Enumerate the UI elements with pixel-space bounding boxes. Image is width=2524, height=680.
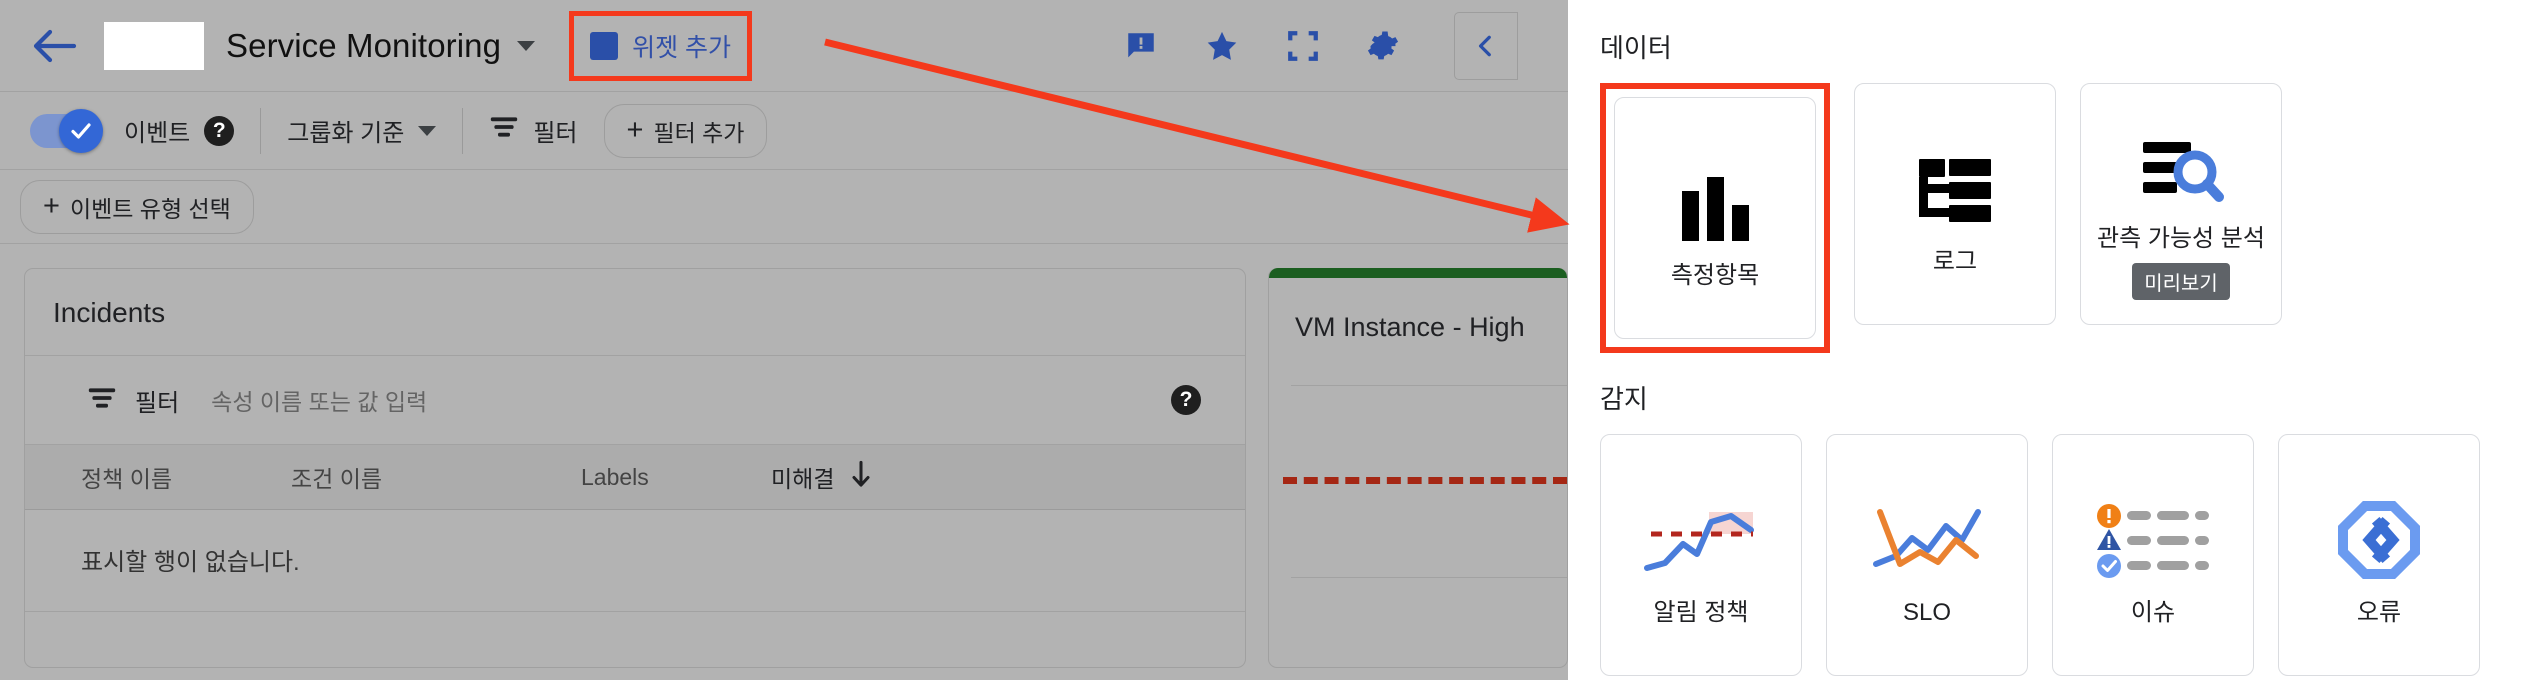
incidents-filter-row: 필터 속성 이름 또는 값 입력 ? — [25, 356, 1245, 444]
widget-card-label: 오류 — [2356, 599, 2402, 627]
event-type-chip[interactable]: + 이벤트 유형 선택 — [20, 179, 254, 234]
incidents-empty-message: 표시할 행이 없습니다. — [81, 549, 300, 576]
page-title: Service Monitoring — [226, 26, 502, 64]
back-arrow-icon[interactable] — [26, 18, 82, 74]
incidents-filter-input[interactable]: 속성 이름 또는 값 입력 — [211, 383, 427, 417]
collapse-panel-button[interactable] — [1454, 12, 1518, 80]
section-title-data: 데이터 — [1600, 33, 1672, 63]
filter-icon — [489, 115, 519, 146]
events-help-icon[interactable]: ? — [204, 115, 235, 146]
fullscreen-icon[interactable] — [1286, 29, 1320, 63]
plus-square-icon — [590, 31, 619, 60]
section-title-detect: 감지 — [1600, 384, 1648, 414]
add-widget-panel: 데이터 측정항목 로그 관측 가능성 분석 미리보기 감지 알림 정책 SLO … — [1568, 0, 2524, 680]
widget-card-observability-analytics[interactable]: 관측 가능성 분석 미리보기 — [2080, 83, 2282, 325]
title-chevron-down-icon[interactable] — [517, 40, 536, 51]
panel-section-data: 데이터 측정항목 로그 관측 가능성 분석 미리보기 — [1568, 0, 2524, 353]
preview-badge: 미리보기 — [2132, 263, 2230, 301]
toolbar-divider-1 — [260, 107, 262, 154]
group-by-button[interactable]: 그룹화 기준 — [287, 113, 437, 148]
sort-arrow-down-icon — [850, 460, 872, 494]
alert-policy-chart-icon — [1644, 482, 1757, 578]
app-header: Service Monitoring 위젯 추가 — [0, 0, 1568, 92]
widget-card-logs[interactable]: 로그 — [1854, 83, 2056, 325]
panel-section-detect: 감지 알림 정책 SLO 이슈 오류 — [1568, 353, 2524, 676]
chart-gridline — [1291, 385, 1567, 386]
star-icon[interactable] — [1204, 29, 1240, 63]
log-tree-icon — [1915, 131, 1995, 227]
vm-instance-card: VM Instance - High — [1268, 268, 1568, 668]
vm-card-chart — [1269, 381, 1567, 611]
widget-card-label: 측정항목 — [1670, 262, 1760, 290]
incidents-card: Incidents 필터 속성 이름 또는 값 입력 ? 정책 이름 조건 이름… — [24, 268, 1246, 668]
widget-card-label: SLO — [1902, 599, 1952, 627]
project-logo — [104, 21, 204, 70]
widget-card-label: 알림 정책 — [1653, 599, 1749, 627]
column-header-labels[interactable]: Labels — [581, 464, 771, 491]
add-widget-button[interactable]: 위젯 추가 — [569, 10, 753, 81]
metrics-card-highlight: 측정항목 — [1600, 83, 1830, 353]
issues-list-icon — [2095, 482, 2211, 579]
group-by-chevron-down-icon — [418, 125, 437, 136]
plus-icon: + — [43, 190, 60, 222]
bar-chart-icon — [1676, 145, 1754, 242]
incidents-table-header: 정책 이름 조건 이름 Labels 미해결 — [25, 444, 1245, 510]
column-header-open[interactable]: 미해결 — [771, 460, 872, 494]
events-toggle-label: 이벤트 — [124, 120, 191, 147]
widget-card-metrics[interactable]: 측정항목 — [1614, 97, 1816, 339]
gear-icon[interactable] — [1366, 29, 1400, 63]
plus-icon: + — [626, 114, 644, 146]
incidents-filter-help-icon[interactable]: ? — [1171, 385, 1201, 415]
dashboard-cards: Incidents 필터 속성 이름 또는 값 입력 ? 정책 이름 조건 이름… — [0, 244, 1568, 668]
observability-search-icon — [2139, 108, 2224, 204]
widget-card-alert-policy[interactable]: 알림 정책 — [1600, 434, 1802, 676]
column-header-policy-name[interactable]: 정책 이름 — [25, 460, 291, 494]
chart-gridline — [1291, 577, 1567, 578]
toggle-check-icon — [59, 108, 103, 153]
column-header-open-label: 미해결 — [771, 466, 835, 492]
add-filter-chip[interactable]: + 필터 추가 — [603, 103, 768, 158]
events-toolbar: 이벤트 ? 그룹화 기준 필터 + 필터 추가 — [0, 92, 1568, 170]
widget-card-label: 로그 — [1932, 248, 1978, 276]
event-type-label: 이벤트 유형 선택 — [69, 195, 231, 222]
incidents-table-footer — [25, 611, 1245, 667]
add-widget-label: 위젯 추가 — [632, 33, 732, 62]
event-type-toolbar: + 이벤트 유형 선택 — [0, 170, 1568, 244]
widget-card-error-reporting[interactable]: 오류 — [2278, 434, 2480, 676]
incidents-filter-label: 필터 — [135, 389, 180, 417]
dashboard-background: Service Monitoring 위젯 추가 이벤트 ? 그룹화 기준 필터… — [0, 0, 1568, 680]
column-header-condition-name[interactable]: 조건 이름 — [291, 460, 581, 494]
vm-status-accent-bar — [1269, 268, 1567, 278]
section-cards-data: 측정항목 로그 관측 가능성 분석 미리보기 — [1600, 83, 2524, 353]
error-reporting-icon — [2338, 482, 2420, 580]
widget-card-label: 이슈 — [2130, 599, 2176, 627]
widget-card-slo[interactable]: SLO — [1826, 434, 2028, 676]
feedback-icon[interactable] — [1124, 29, 1158, 63]
group-by-label: 그룹화 기준 — [287, 120, 405, 147]
slo-lines-icon — [1872, 482, 1982, 578]
toolbar-divider-2 — [462, 107, 464, 154]
widget-card-issues[interactable]: 이슈 — [2052, 434, 2254, 676]
incidents-title: Incidents — [53, 297, 166, 328]
header-icon-group — [1124, 0, 1518, 92]
vm-card-title: VM Instance - High — [1295, 312, 1525, 342]
filter-button[interactable]: 필터 — [489, 113, 578, 148]
section-cards-detect: 알림 정책 SLO 이슈 오류 — [1600, 434, 2524, 676]
add-filter-label: 필터 추가 — [653, 119, 745, 146]
filter-label: 필터 — [533, 120, 578, 147]
filter-icon — [87, 386, 117, 415]
events-toggle[interactable] — [30, 108, 103, 153]
threshold-line — [1283, 477, 1567, 484]
widget-card-label: 관측 가능성 분석 — [2097, 224, 2265, 252]
